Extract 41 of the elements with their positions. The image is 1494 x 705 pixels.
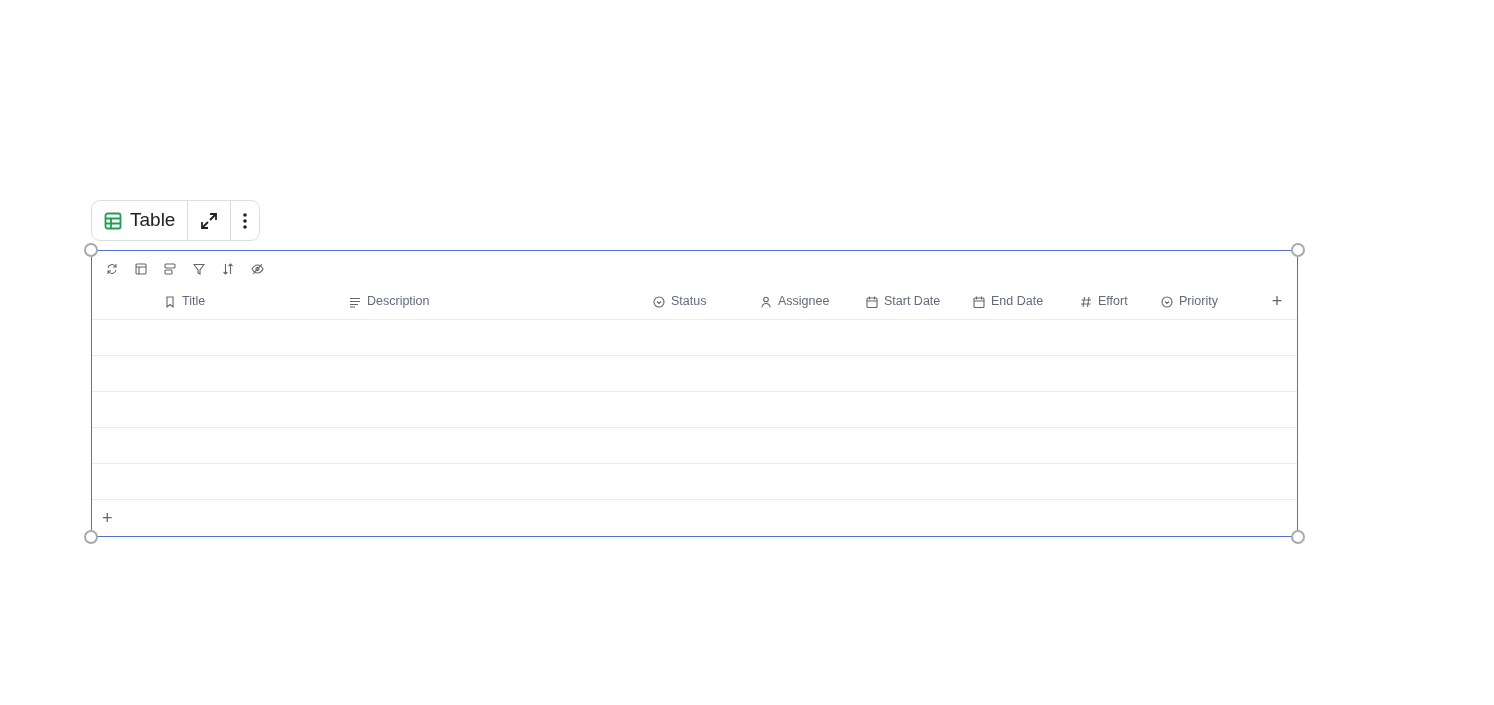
table-icon [104,211,122,230]
bookmark-icon [164,295,176,308]
resize-handle[interactable] [1291,243,1305,257]
circle-check-icon [653,295,665,308]
column-header[interactable]: Description [349,292,653,311]
add-column-button[interactable]: + [1257,288,1297,315]
column-title: Priority [1179,293,1218,311]
more-icon [243,212,248,229]
layout-icon [135,263,147,275]
column-header[interactable]: End Date [973,292,1080,311]
column-title: Title [182,293,206,311]
hidden-icon [250,263,264,275]
column-header[interactable]: Title [164,292,349,311]
column-title: Start Date [884,293,941,311]
lines-icon [349,295,361,308]
resize-handle[interactable] [84,243,98,257]
circle-check-icon [1161,295,1173,308]
filter-icon [193,263,205,275]
person-icon [760,295,772,308]
expand-icon [200,211,219,230]
resize-handle[interactable] [84,530,98,544]
column-title: Description [367,293,430,311]
sort-icon [222,263,234,275]
column-title: Assignee [778,293,830,311]
column-title: Status [671,293,707,311]
column-header[interactable]: Status [653,292,760,311]
group-button[interactable] [161,260,179,278]
resize-handle[interactable] [1291,530,1305,544]
hash-icon [1080,295,1092,308]
column-header[interactable]: Start Date [866,292,973,311]
layout-button[interactable] [132,260,150,278]
calendar-icon [866,295,878,308]
column-title: End Date [991,293,1044,311]
calendar-icon [973,295,985,308]
column-header[interactable]: Priority [1161,292,1257,311]
column-title: Effort [1098,293,1128,311]
add-row-button[interactable]: + [92,500,113,536]
group-icon [164,263,176,275]
column-header[interactable]: Effort [1080,292,1161,311]
column-header[interactable]: Assignee [760,292,866,311]
refresh-icon [106,263,118,275]
